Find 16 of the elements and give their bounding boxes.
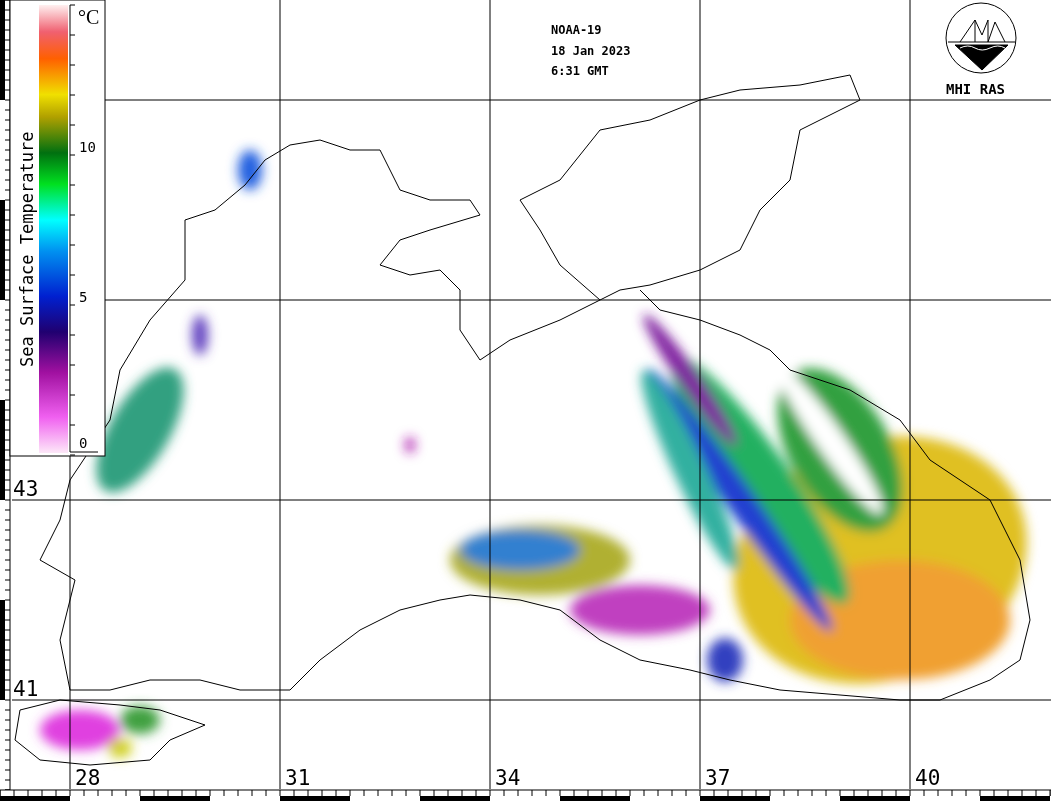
longitude-label: 34: [495, 766, 521, 790]
unit-label: °C: [78, 6, 100, 28]
longitude-label: 40: [915, 766, 941, 790]
colorbar-tick-label: 10: [79, 139, 96, 155]
latitude-label: 41: [13, 677, 39, 701]
satellite-label: NOAA-19: [551, 23, 602, 37]
date-label: 18 Jan 2023: [551, 44, 631, 58]
colorbar-title: Sea Surface Temperature: [17, 131, 37, 367]
latitude-label: 43: [13, 477, 39, 501]
colorbar-tick-label: 5: [79, 289, 88, 305]
longitude-label: 28: [75, 766, 101, 790]
logo-text: MHI RAS: [946, 81, 1005, 97]
time-label: 6:31 GMT: [551, 64, 609, 78]
longitude-label: 31: [285, 766, 311, 790]
longitude-label: 37: [705, 766, 731, 790]
colorbar-tick-label: 0: [79, 435, 88, 451]
